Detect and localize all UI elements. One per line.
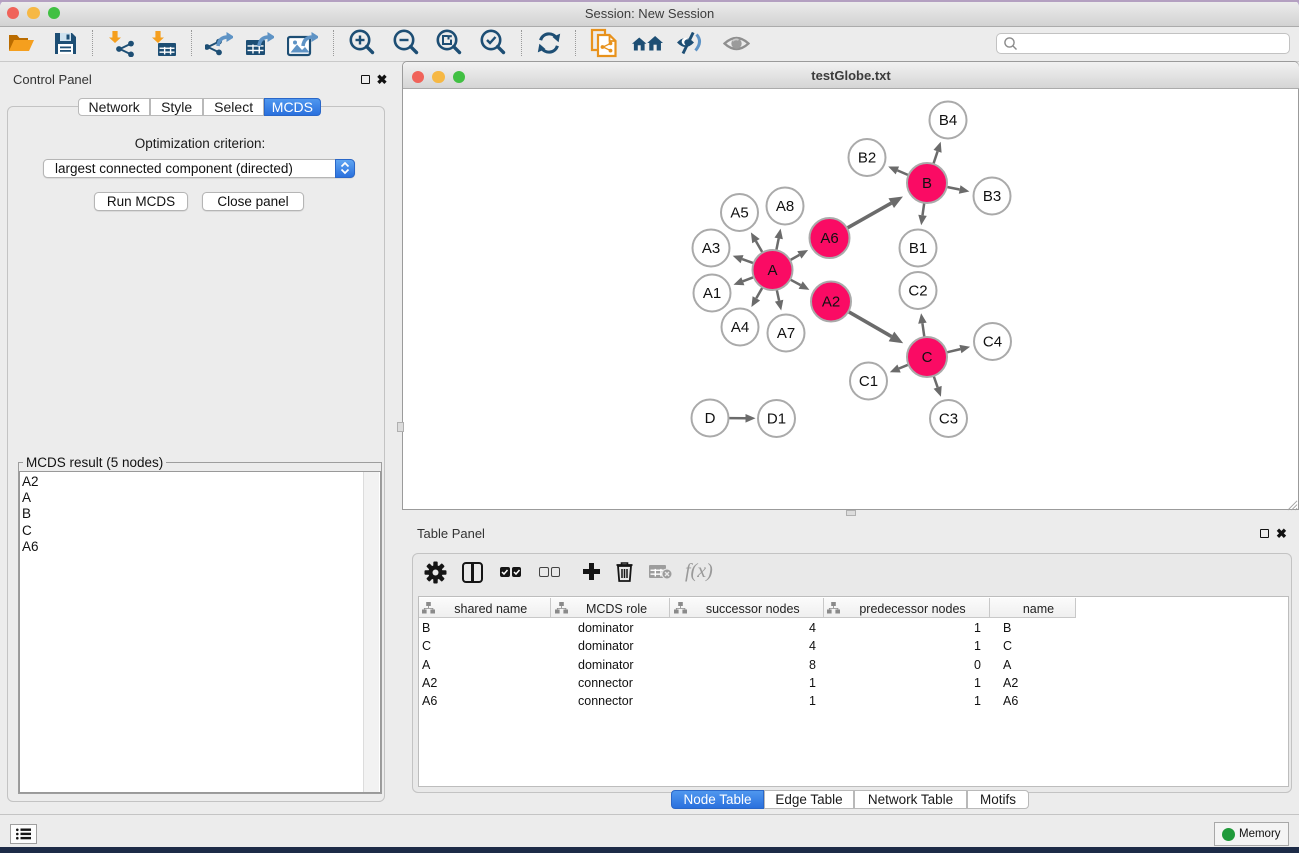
- svg-text:A4: A4: [731, 319, 749, 336]
- svg-text:D1: D1: [767, 411, 786, 428]
- svg-text:A8: A8: [776, 198, 794, 215]
- svg-text:A6: A6: [820, 230, 838, 247]
- svg-text:A3: A3: [702, 240, 720, 257]
- svg-text:C: C: [922, 349, 933, 366]
- svg-text:A: A: [767, 262, 777, 279]
- svg-text:C1: C1: [859, 373, 878, 390]
- svg-text:A7: A7: [777, 325, 795, 342]
- svg-text:B3: B3: [983, 188, 1001, 205]
- svg-text:B4: B4: [939, 112, 957, 129]
- svg-text:C3: C3: [939, 411, 958, 428]
- svg-text:A5: A5: [730, 205, 748, 222]
- svg-text:A1: A1: [703, 285, 721, 302]
- svg-text:C2: C2: [908, 283, 927, 300]
- svg-text:C4: C4: [983, 334, 1002, 351]
- svg-text:A2: A2: [822, 294, 840, 311]
- svg-text:B2: B2: [858, 150, 876, 167]
- svg-text:B: B: [922, 175, 932, 192]
- svg-text:D: D: [705, 410, 716, 427]
- svg-text:B1: B1: [909, 240, 927, 257]
